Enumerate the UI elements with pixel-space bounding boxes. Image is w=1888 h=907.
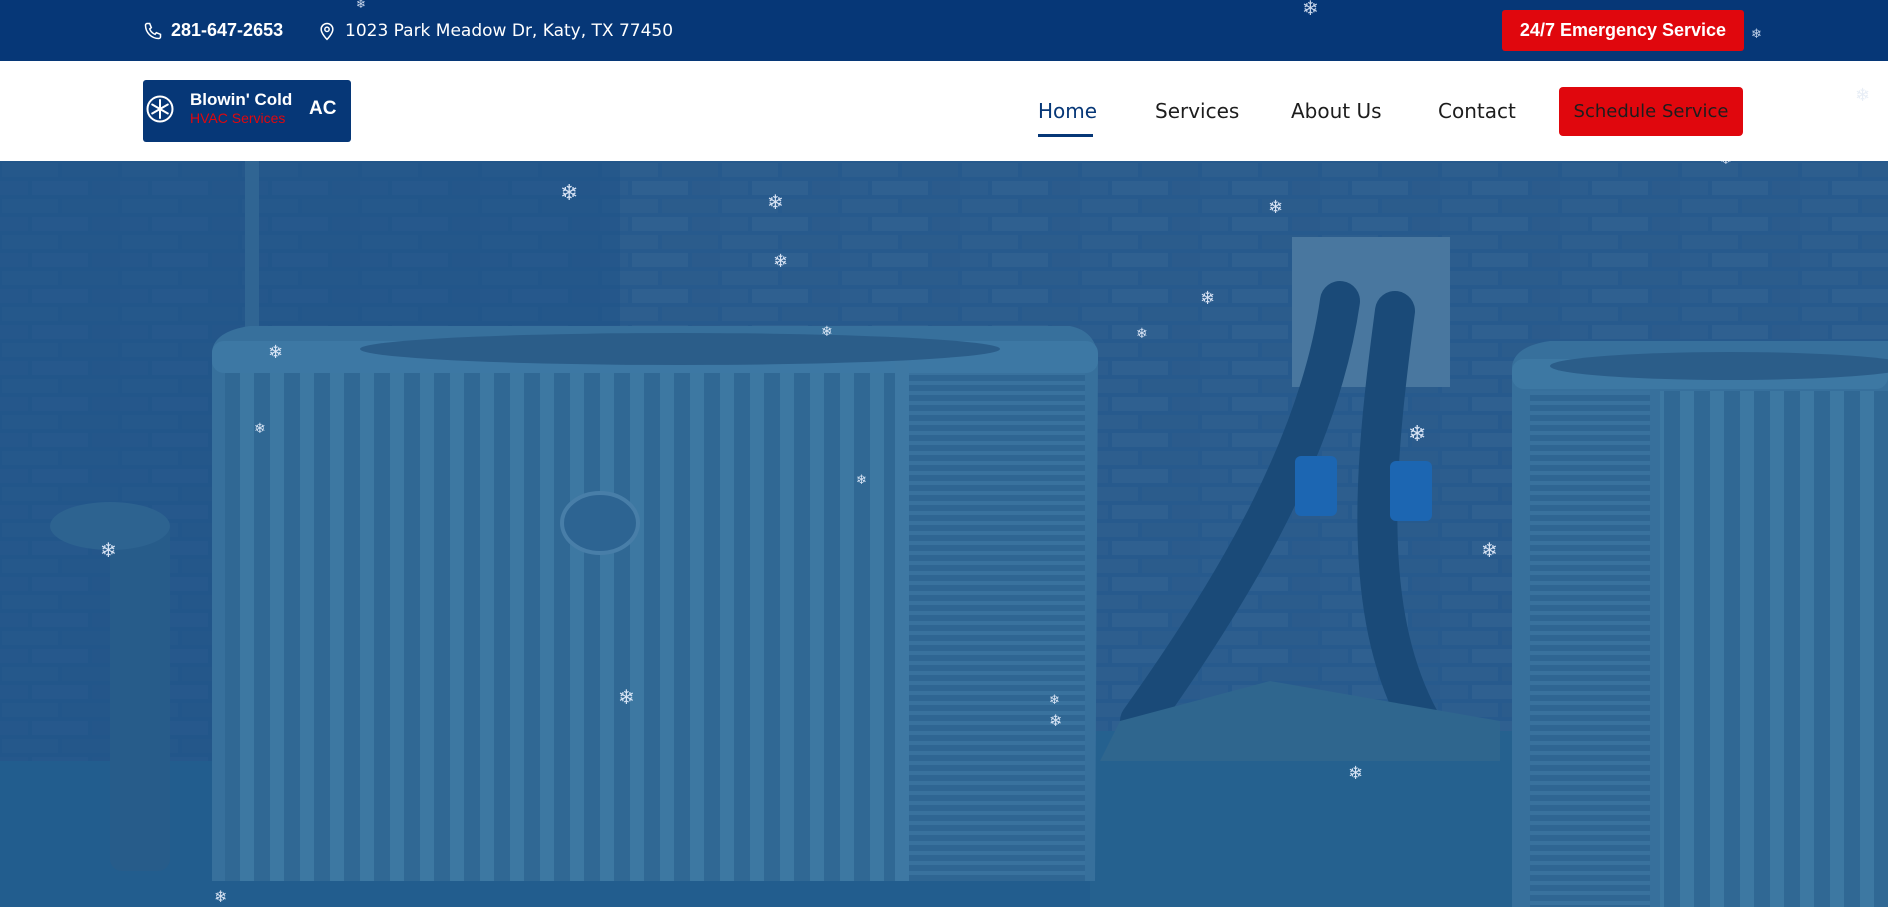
snowflake-decoration: ❄ [560,181,579,206]
site-logo[interactable]: Blowin' Cold HVAC Services AC [143,80,351,142]
snowflake-decoration: ❄ [1720,161,1732,167]
snowflake-decoration: ❄ [821,324,833,340]
snowflake-decoration: ❄ [1268,197,1284,218]
address-text: 1023 Park Meadow Dr, Katy, TX 77450 [345,20,674,41]
snowflake-decoration: ❄ [1408,422,1427,447]
hero-ac-units-image [0,161,1888,907]
map-pin-icon [320,22,334,40]
nav-contact[interactable]: Contact [1438,99,1516,123]
snowflake-decoration: ❄ [1751,27,1762,42]
phone-icon [144,22,162,39]
snowflake-decoration: ❄ [356,0,367,11]
phone-contact[interactable]: 281-647-2653 [143,0,283,61]
snowflake-decoration: ❄ [1348,763,1364,784]
snowflake-decoration: ❄ [856,473,867,488]
snowflake-decoration: ❄ [214,887,228,906]
brand-name: Blowin' Cold [190,90,293,109]
snowflake-decoration: ❄ [1049,693,1060,708]
nav-home[interactable]: Home [1038,99,1097,123]
site-header: Blowin' Cold HVAC Services AC Home Servi… [0,61,1888,161]
snowflake-decoration: ❄ [618,685,635,709]
active-nav-indicator [1038,134,1093,137]
snowflake-decoration: ❄ [1200,288,1216,309]
address-contact: 1023 Park Meadow Dr, Katy, TX 77450 [317,0,673,61]
snowflake-decoration: ❄ [767,190,784,214]
snowflake-decoration: ❄ [1049,711,1063,730]
snowflake-decoration: ❄ [100,538,117,562]
snowflake-decoration: ❄ [1855,85,1871,106]
snowflake-decoration: ❄ [254,421,266,437]
emergency-service-button[interactable]: 24/7 Emergency Service [1502,10,1744,51]
hero-banner: ❄ ❄ ❄ ❄ ❄ ❄ ❄ ❄ ❄ ❄ ❄ ❄ ❄ ❄ ❄ ❄ ❄ ❄ ❄ [0,161,1888,907]
snowflake-decoration: ❄ [773,251,789,272]
phone-number[interactable]: 281-647-2653 [171,20,283,41]
schedule-service-button[interactable]: Schedule Service [1559,87,1743,136]
nav-about-us[interactable]: About Us [1291,99,1382,123]
nav-services[interactable]: Services [1155,99,1239,123]
snowflake-decoration: ❄ [268,342,284,363]
snowflake-decoration: ❄ [1481,538,1498,562]
snowflake-decoration: ❄ [1302,0,1319,20]
brand-subtitle: HVAC Services [190,110,286,126]
top-bar: 281-647-2653 1023 Park Meadow Dr, Katy, … [0,0,1888,61]
snowflake-decoration: ❄ [1136,326,1148,342]
snowflake-icon [146,95,174,123]
brand-suffix: AC [309,98,337,119]
